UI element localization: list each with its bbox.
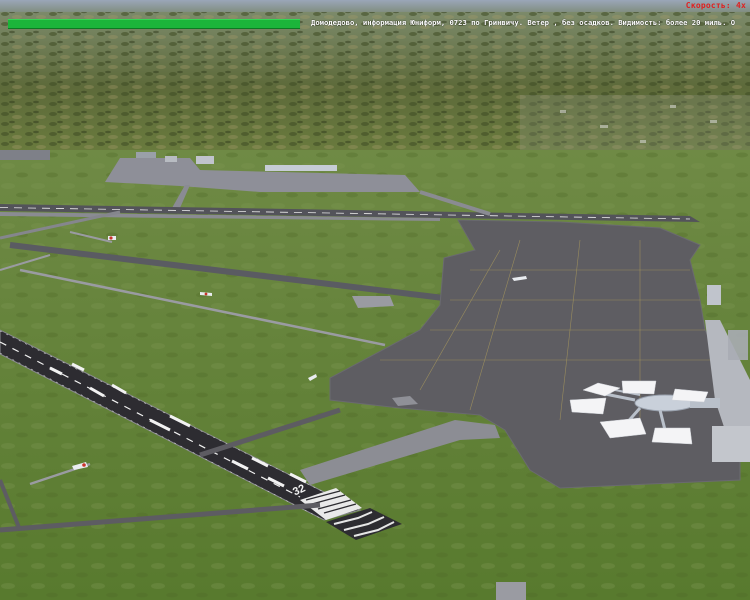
airport-scenery: 32 — [0, 0, 750, 600]
north-terminal — [265, 165, 337, 171]
atis-message-text: Домодедово, информация Юниформ, 0723 по … — [311, 18, 736, 27]
simulation-rate-indicator: Скорость: 4x — [685, 1, 746, 10]
south-structure — [496, 582, 526, 600]
atis-message-bar — [8, 19, 300, 29]
hangar — [196, 156, 214, 164]
flight-sim-viewport[interactable]: 32 Скорость: 4x Домодедово, информация Ю… — [0, 0, 750, 600]
sky — [0, 0, 750, 14]
control-tower-building — [707, 285, 721, 305]
